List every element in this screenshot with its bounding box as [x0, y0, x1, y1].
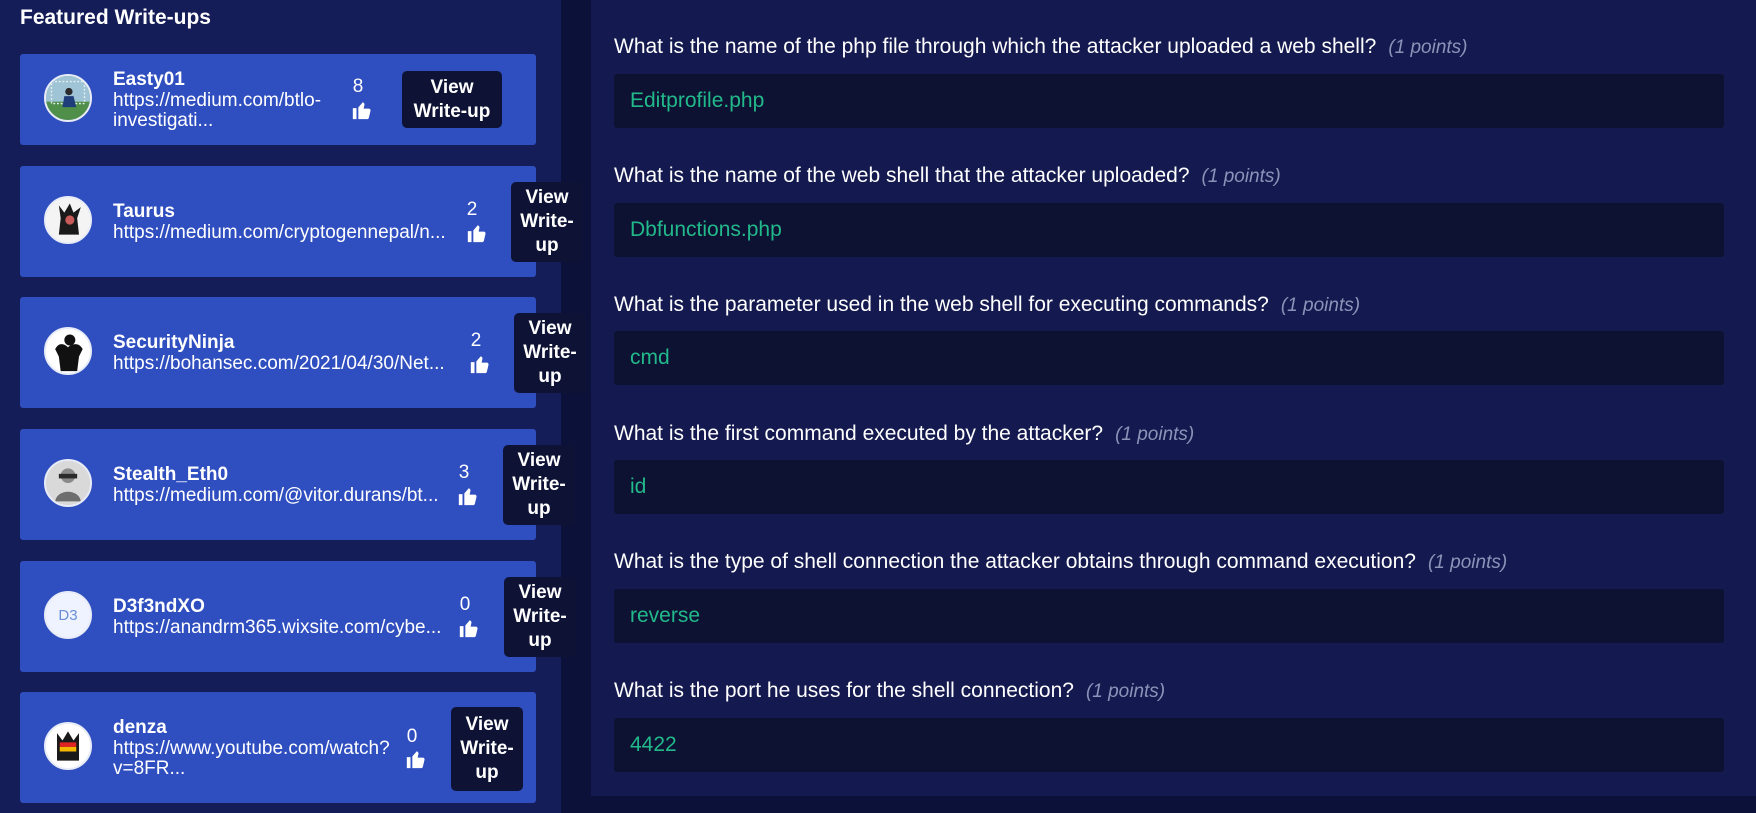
avatar: [44, 327, 92, 375]
thumbs-up-icon[interactable]: [469, 353, 491, 375]
like-count: 8: [352, 76, 364, 97]
points-label: (1 points): [1085, 681, 1166, 702]
thumbs-up-icon[interactable]: [457, 485, 479, 507]
writeup-url[interactable]: https://medium.com/@vitor.durans/bt...: [113, 486, 439, 506]
points-label: (1 points): [1427, 552, 1508, 573]
question-text: What is the name of the php file through…: [614, 35, 1468, 58]
avatar: [44, 196, 92, 244]
avatar-image: [46, 724, 90, 768]
question-text: What is the first command executed by th…: [614, 422, 1195, 445]
question-text: What is the parameter used in the web sh…: [614, 293, 1361, 316]
writer-name: Easty01: [113, 69, 185, 90]
writeup-card: denza https://www.youtube.com/watch?v=8F…: [20, 692, 536, 803]
writeup-card: Taurus https://medium.com/cryptogennepal…: [20, 166, 583, 277]
answer-field[interactable]: id: [614, 460, 1724, 514]
writer-name: SecurityNinja: [113, 332, 235, 353]
like-count: 3: [458, 462, 470, 483]
featured-writeups-panel: Featured Write-ups Easty01 https://mediu…: [0, 0, 586, 813]
avatar: [44, 74, 92, 122]
view-writeup-button[interactable]: View Write-up: [451, 707, 523, 791]
avatar-image: [46, 329, 90, 373]
avatar: D3: [44, 591, 92, 639]
like-count: 0: [406, 726, 418, 747]
answer-field[interactable]: reverse: [614, 589, 1724, 643]
view-writeup-button[interactable]: View Write-up: [402, 71, 502, 128]
thumbs-up-icon[interactable]: [351, 99, 373, 121]
question-text: What is the name of the web shell that t…: [614, 164, 1281, 187]
answer-field[interactable]: cmd: [614, 331, 1724, 385]
points-label: (1 points): [1115, 424, 1195, 445]
avatar: [44, 722, 92, 770]
answer-field[interactable]: 4422: [614, 718, 1724, 772]
view-writeup-button[interactable]: View Write-up: [514, 313, 586, 393]
answer-field[interactable]: Editprofile.php: [614, 74, 1724, 128]
writer-name: D3f3ndXO: [113, 596, 205, 617]
points-label: (1 points): [1280, 295, 1361, 316]
writeup-url[interactable]: https://bohansec.com/2021/04/30/Net...: [113, 354, 445, 374]
like-count: 2: [470, 330, 482, 351]
writer-name: Taurus: [113, 201, 175, 222]
section-title: Featured Write-ups: [20, 6, 211, 29]
writeup-card: Stealth_Eth0 https://medium.com/@vitor.d…: [20, 429, 575, 540]
thumbs-up-icon[interactable]: [458, 617, 480, 639]
writeup-url[interactable]: https://anandrm365.wixsite.com/cybe...: [113, 618, 441, 638]
writeup-url[interactable]: https://medium.com/btlo-investigati...: [113, 91, 345, 131]
writeup-url[interactable]: https://www.youtube.com/watch?v=8FR...: [113, 739, 413, 779]
question-text: What is the port he uses for the shell c…: [614, 679, 1166, 702]
avatar-image: [46, 76, 90, 120]
avatar: [44, 459, 92, 507]
points-label: (1 points): [1201, 166, 1281, 187]
answer-field[interactable]: Dbfunctions.php: [614, 203, 1724, 257]
view-writeup-button[interactable]: View Write-up: [511, 182, 583, 262]
avatar-image: [46, 461, 90, 505]
thumbs-up-icon[interactable]: [405, 748, 427, 770]
like-count: 0: [459, 594, 471, 615]
points-label: (1 points): [1388, 37, 1468, 58]
writeup-card: Easty01 https://medium.com/btlo-investig…: [20, 54, 536, 145]
writer-name: denza: [113, 717, 167, 738]
writer-name: Stealth_Eth0: [113, 464, 229, 485]
view-writeup-button[interactable]: View Write-up: [503, 445, 575, 525]
question-text: What is the type of shell connection the…: [614, 550, 1508, 573]
writeup-card: D3 D3f3ndXO https://anandrm365.wixsite.c…: [20, 561, 576, 672]
writeup-card: SecurityNinja https://bohansec.com/2021/…: [20, 297, 586, 408]
avatar-image: [46, 198, 90, 242]
writeup-url[interactable]: https://medium.com/cryptogennepal/n...: [113, 223, 446, 243]
view-writeup-button[interactable]: View Write-up: [504, 577, 576, 657]
like-count: 2: [466, 199, 478, 220]
thumbs-up-icon[interactable]: [466, 222, 488, 244]
